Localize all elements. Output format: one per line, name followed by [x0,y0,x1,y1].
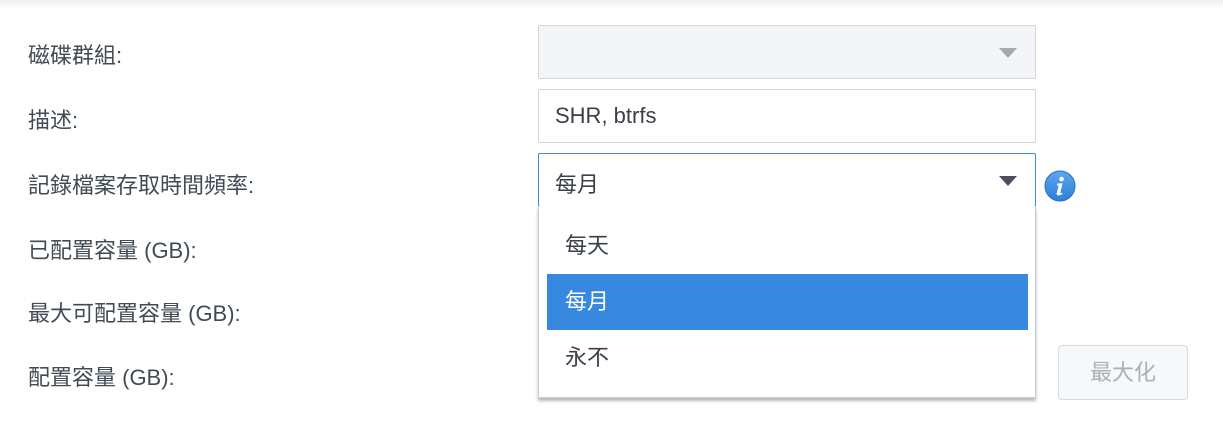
option-daily[interactable]: 每天 [547,218,1028,274]
description-input[interactable]: SHR, btrfs [538,89,1036,143]
description-input-value: SHR, btrfs [555,103,657,128]
volume-label: 磁碟群組: [28,43,123,68]
option-monthly[interactable]: 每月 [547,274,1028,330]
chevron-down-icon [999,48,1017,58]
dialog-top-edge [0,0,1223,10]
option-never[interactable]: 永不 [547,330,1028,386]
capacity-label: 配置容量 (GB): [28,365,175,390]
description-label: 描述: [28,108,79,133]
maximize-button[interactable]: 最大化 [1058,345,1188,400]
chevron-down-icon [999,176,1017,186]
info-icon[interactable] [1044,170,1076,202]
access-time-label: 記錄檔案存取時間頻率: [28,173,255,198]
max-capacity-label: 最大可配置容量 (GB): [28,301,241,326]
access-time-select[interactable]: 每月 [538,153,1036,207]
access-time-dropdown: 每天 每月 永不 [538,206,1036,398]
volume-select[interactable] [538,25,1036,79]
access-time-select-value: 每月 [555,172,600,197]
allocated-capacity-label: 已配置容量 (GB): [28,238,197,263]
